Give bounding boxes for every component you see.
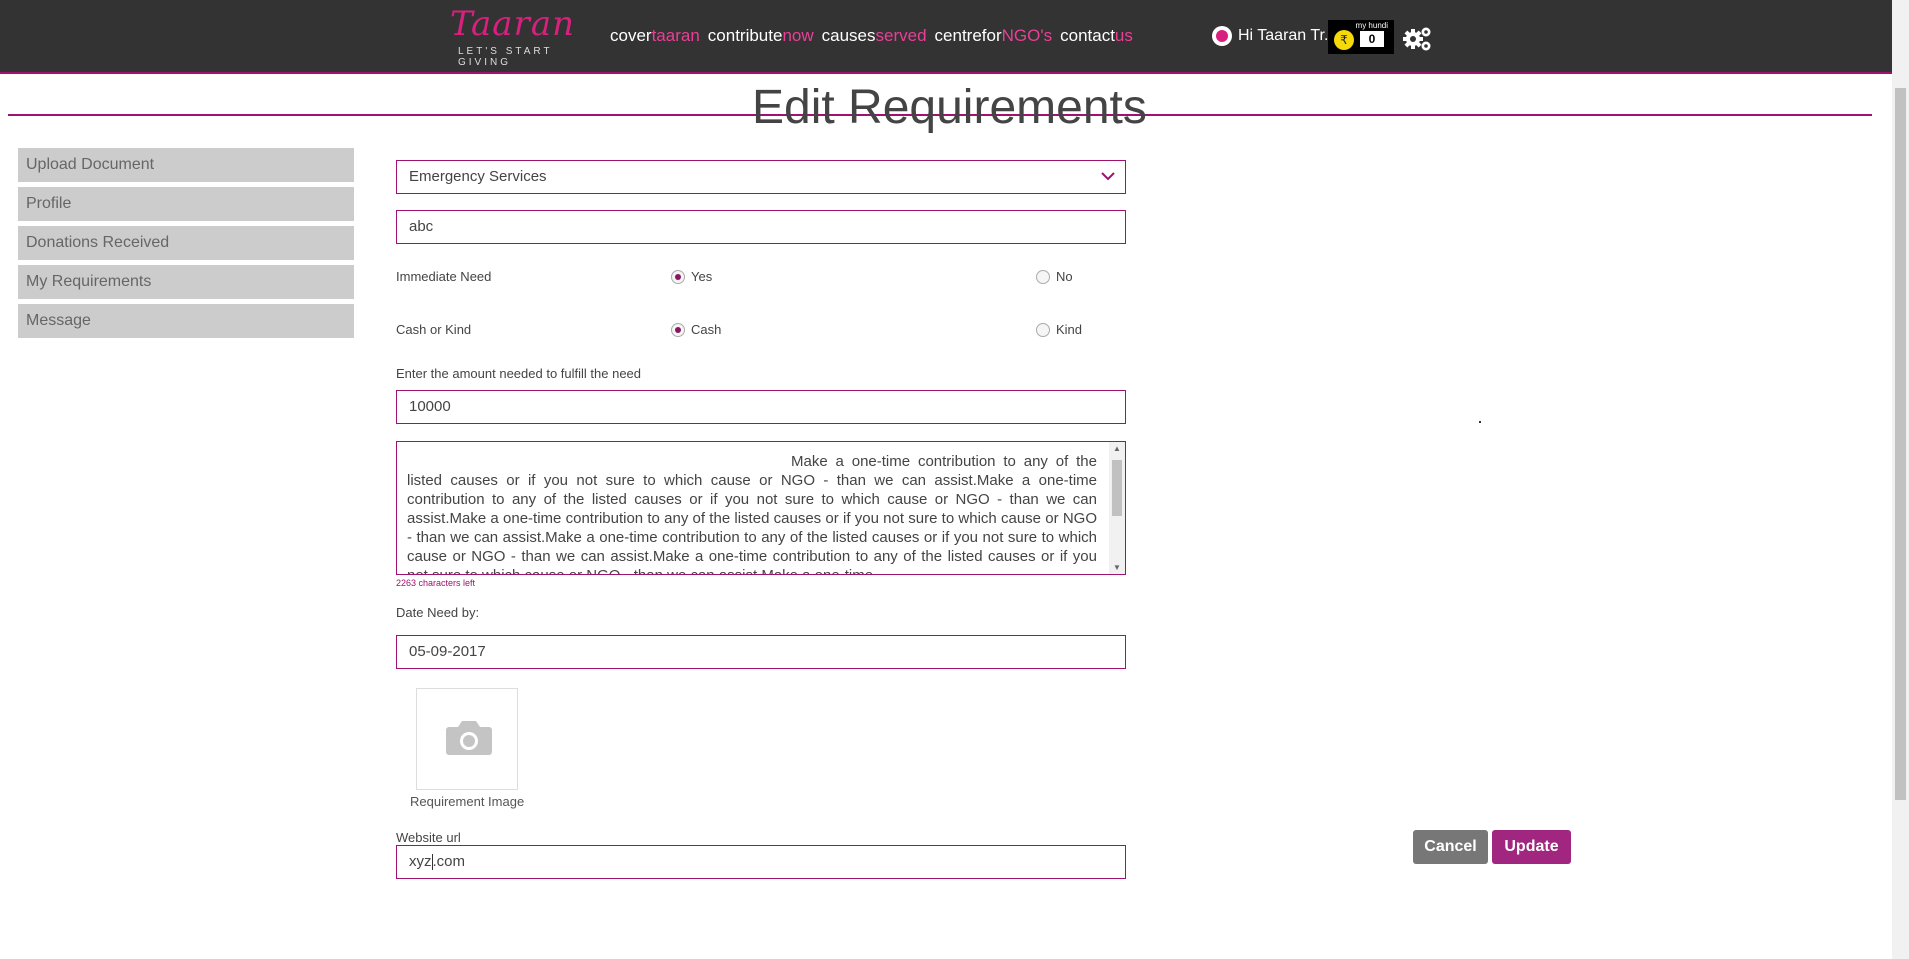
nav-contribute-now[interactable]: contributenow (708, 26, 814, 46)
cash-radio[interactable]: Cash (671, 322, 721, 337)
requirement-title-value: abc (409, 218, 434, 235)
requirement-image-upload[interactable] (416, 688, 518, 790)
immediate-need-label: Immediate Need (396, 269, 492, 284)
settings-gear-icon[interactable] (1400, 22, 1434, 56)
page-scrollbar[interactable] (1892, 0, 1909, 959)
radio-unchecked-icon (1036, 322, 1050, 337)
date-need-by-value: 05-09-2017 (409, 643, 486, 660)
stray-dot (1479, 421, 1481, 423)
page-title: Edit Requirements (752, 81, 1147, 135)
immediate-need-yes-label: Yes (691, 269, 713, 284)
requirement-image-caption: Requirement Image (410, 794, 525, 809)
user-menu[interactable]: Hi Taaran Tr... (1212, 26, 1337, 46)
immediate-need-no-radio[interactable]: No (1036, 269, 1073, 284)
sidebar-item-donations-received[interactable]: Donations Received (18, 226, 354, 260)
description-text: Make a one-time contribution to any of t… (407, 453, 1097, 574)
nav-causes-served[interactable]: causesserved (822, 26, 927, 46)
requirement-title-input[interactable]: abc (396, 210, 1126, 244)
date-need-by-input[interactable]: 05-09-2017 (396, 635, 1126, 669)
rupee-coin-icon: ₹ (1334, 30, 1354, 50)
textarea-scrollbar[interactable]: ▲ ▼ (1109, 442, 1125, 574)
description-textarea[interactable]: Make a one-time contribution to any of t… (396, 441, 1126, 575)
radio-unchecked-icon (1036, 269, 1050, 284)
chevron-down-icon (1101, 172, 1115, 181)
page-scroll-thumb[interactable] (1895, 88, 1906, 800)
nav-cover-taaran[interactable]: covertaaran (610, 26, 700, 46)
main-nav: covertaaran contributenow causesserved c… (610, 26, 1133, 46)
user-greeting: Hi Taaran Tr... (1238, 27, 1338, 44)
sidebar-item-profile[interactable]: Profile (18, 187, 354, 221)
my-hundi-widget[interactable]: my hundi ₹ 0 (1328, 20, 1394, 54)
amount-input[interactable]: 10000 (396, 390, 1126, 424)
amount-value: 10000 (409, 398, 451, 415)
immediate-need-yes-radio[interactable]: Yes (671, 269, 712, 284)
website-url-value-end: .com (432, 853, 466, 870)
taaran-logo[interactable]: Taaran LET'S START GIVING (450, 4, 590, 68)
logo-tagline: LET'S START GIVING (458, 46, 553, 68)
website-url-value-start: xyz (409, 853, 432, 870)
cash-or-kind-label: Cash or Kind (396, 322, 472, 337)
cash-label: Cash (691, 322, 722, 337)
textarea-scroll-thumb[interactable] (1112, 460, 1122, 516)
user-avatar-icon (1212, 26, 1232, 46)
hundi-count: 0 (1360, 31, 1384, 47)
logo-wordmark: Taaran (450, 4, 575, 44)
immediate-need-no-label: No (1056, 269, 1073, 284)
characters-left-counter: 2263 characters left (396, 578, 476, 588)
nav-contact-us[interactable]: contactus (1060, 26, 1133, 46)
category-select[interactable]: Emergency Services (396, 160, 1126, 194)
sidebar-item-upload-document[interactable]: Upload Document (18, 148, 354, 182)
update-button[interactable]: Update (1492, 830, 1571, 864)
radio-checked-icon (671, 269, 685, 284)
kind-label: Kind (1056, 322, 1083, 337)
cancel-button[interactable]: Cancel (1413, 830, 1488, 864)
scroll-down-arrow-icon[interactable]: ▼ (1113, 563, 1121, 572)
sidebar-item-message[interactable]: Message (18, 304, 354, 338)
kind-radio[interactable]: Kind (1036, 322, 1082, 337)
category-selected-value: Emergency Services (409, 168, 547, 185)
amount-label: Enter the amount needed to fulfill the n… (396, 366, 642, 381)
website-url-label: Website url (396, 830, 461, 845)
nav-centre-for-ngos[interactable]: centreforNGO's (935, 26, 1053, 46)
sidebar-item-my-requirements[interactable]: My Requirements (18, 265, 354, 299)
sidebar: Upload Document Profile Donations Receiv… (18, 148, 354, 343)
camera-icon (446, 721, 492, 755)
website-url-input[interactable]: xyz.com (396, 845, 1126, 879)
hundi-label: my hundi (1355, 21, 1388, 30)
top-navbar: Taaran LET'S START GIVING covertaaran co… (0, 0, 1892, 74)
date-need-by-label: Date Need by: (396, 605, 480, 620)
radio-checked-icon (671, 322, 685, 337)
scroll-up-arrow-icon[interactable]: ▲ (1113, 444, 1121, 453)
